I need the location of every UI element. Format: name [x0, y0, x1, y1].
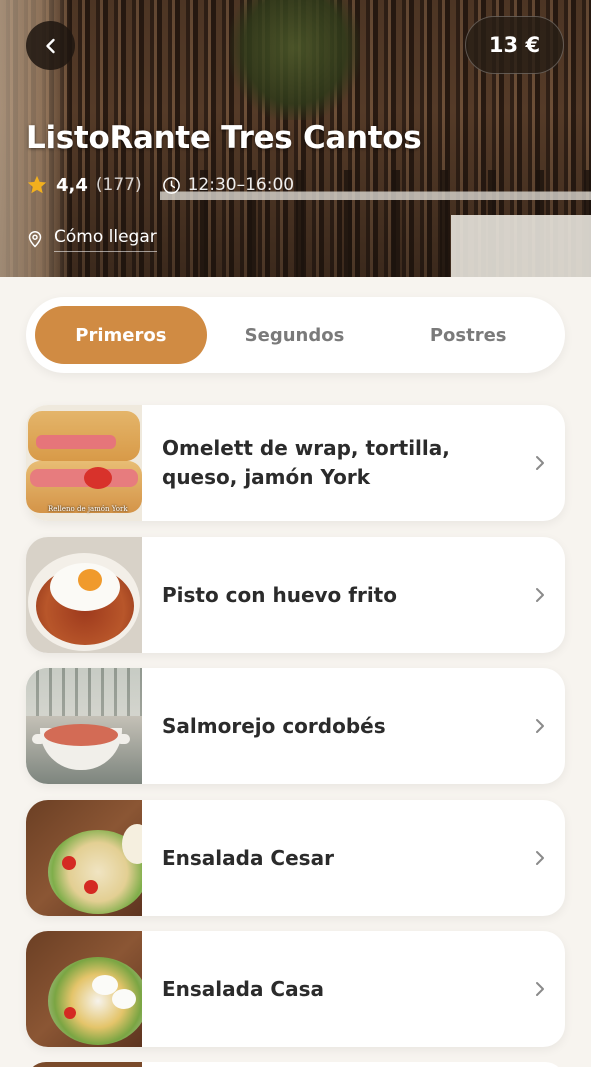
restaurant-name: ListoRante Tres Cantos [26, 120, 422, 156]
dish-card[interactable]: Pisto con huevo frito [26, 537, 565, 653]
course-tabs: Primeros Segundos Postres [26, 297, 565, 373]
dish-photo: Relleno de jamón York [26, 405, 142, 521]
tab-segundos[interactable]: Segundos [209, 306, 381, 364]
chevron-right-icon [515, 405, 565, 521]
dish-name: Omelett de wrap, tortilla, queso, jamón … [162, 436, 450, 489]
directions-label: Cómo llegar [54, 227, 157, 252]
location-pin-icon [28, 231, 42, 248]
rating-value: 4,4 [56, 174, 88, 196]
dish-photo [26, 668, 142, 784]
dish-photo [26, 931, 142, 1047]
dish-card[interactable]: Ensalada Casa [26, 931, 565, 1047]
dish-photo [26, 800, 142, 916]
dish-card[interactable]: Relleno de jamón York Omelett de wrap, t… [26, 405, 565, 521]
hero-plant [230, 0, 360, 120]
dish-name: Ensalada Casa [162, 976, 325, 1001]
tab-postres[interactable]: Postres [382, 306, 554, 364]
chevron-right-icon [515, 668, 565, 784]
dish-name: Pisto con huevo frito [162, 582, 397, 607]
chevron-left-icon [45, 38, 55, 53]
dish-photo-caption: Relleno de jamón York [48, 505, 128, 513]
dish-photo [26, 1062, 142, 1067]
dish-photo [26, 537, 142, 653]
hero-floor [451, 215, 591, 277]
back-button[interactable] [26, 21, 75, 70]
restaurant-hero-image: 13 € ListoRante Tres Cantos 4,4 (177) 12… [0, 0, 591, 277]
clock-icon [162, 176, 180, 194]
chevron-right-icon [515, 537, 565, 653]
restaurant-meta: 4,4 (177) 12:30–16:00 [26, 172, 294, 198]
chevron-right-icon [515, 931, 565, 1047]
directions-link[interactable]: Cómo llegar [26, 225, 157, 253]
tab-primeros[interactable]: Primeros [35, 306, 207, 364]
dish-card[interactable]: Ensalada Cesar [26, 800, 565, 916]
chevron-right-icon [515, 800, 565, 916]
star-icon [27, 175, 47, 194]
review-count: (177) [95, 175, 142, 195]
dish-name: Ensalada Cesar [162, 845, 334, 870]
price-badge: 13 € [465, 16, 564, 74]
opening-hours: 12:30–16:00 [187, 175, 295, 195]
dish-card-partial[interactable] [26, 1062, 565, 1067]
dish-card[interactable]: Salmorejo cordobés [26, 668, 565, 784]
dish-name: Salmorejo cordobés [162, 713, 386, 738]
